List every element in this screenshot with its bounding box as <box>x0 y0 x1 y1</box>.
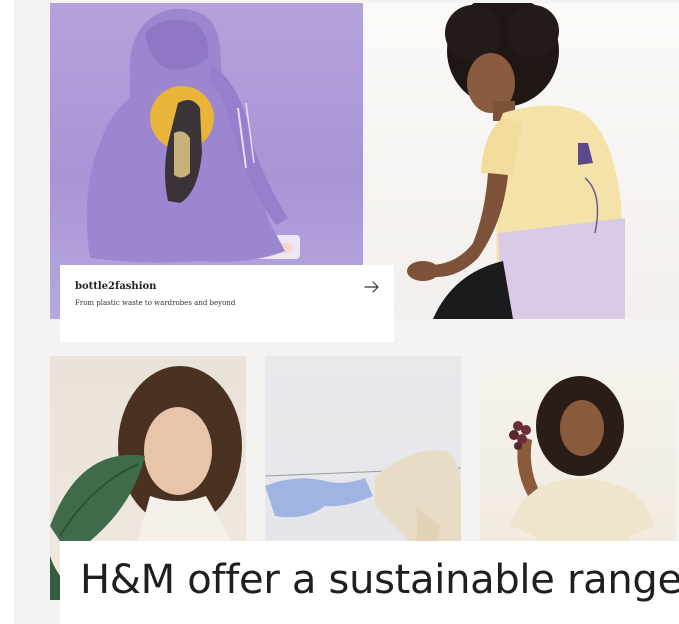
feature-card-title[interactable]: bottle2fashion <box>75 281 156 292</box>
overlay-caption-banner: H&M offer a sustainable range <box>60 541 679 624</box>
feature-card[interactable]: bottle2fashion From plastic waste to war… <box>60 265 394 342</box>
overlay-caption-text: H&M offer a sustainable range <box>80 557 679 603</box>
page: bottle2fashion From plastic waste to war… <box>0 0 679 624</box>
feature-card-subtitle: From plastic waste to wardrobes and beyo… <box>75 299 236 307</box>
arrow-right-icon[interactable] <box>362 277 382 297</box>
hero-image-kid[interactable] <box>363 3 679 319</box>
kid-illustration <box>407 3 625 319</box>
left-margin <box>0 0 14 624</box>
